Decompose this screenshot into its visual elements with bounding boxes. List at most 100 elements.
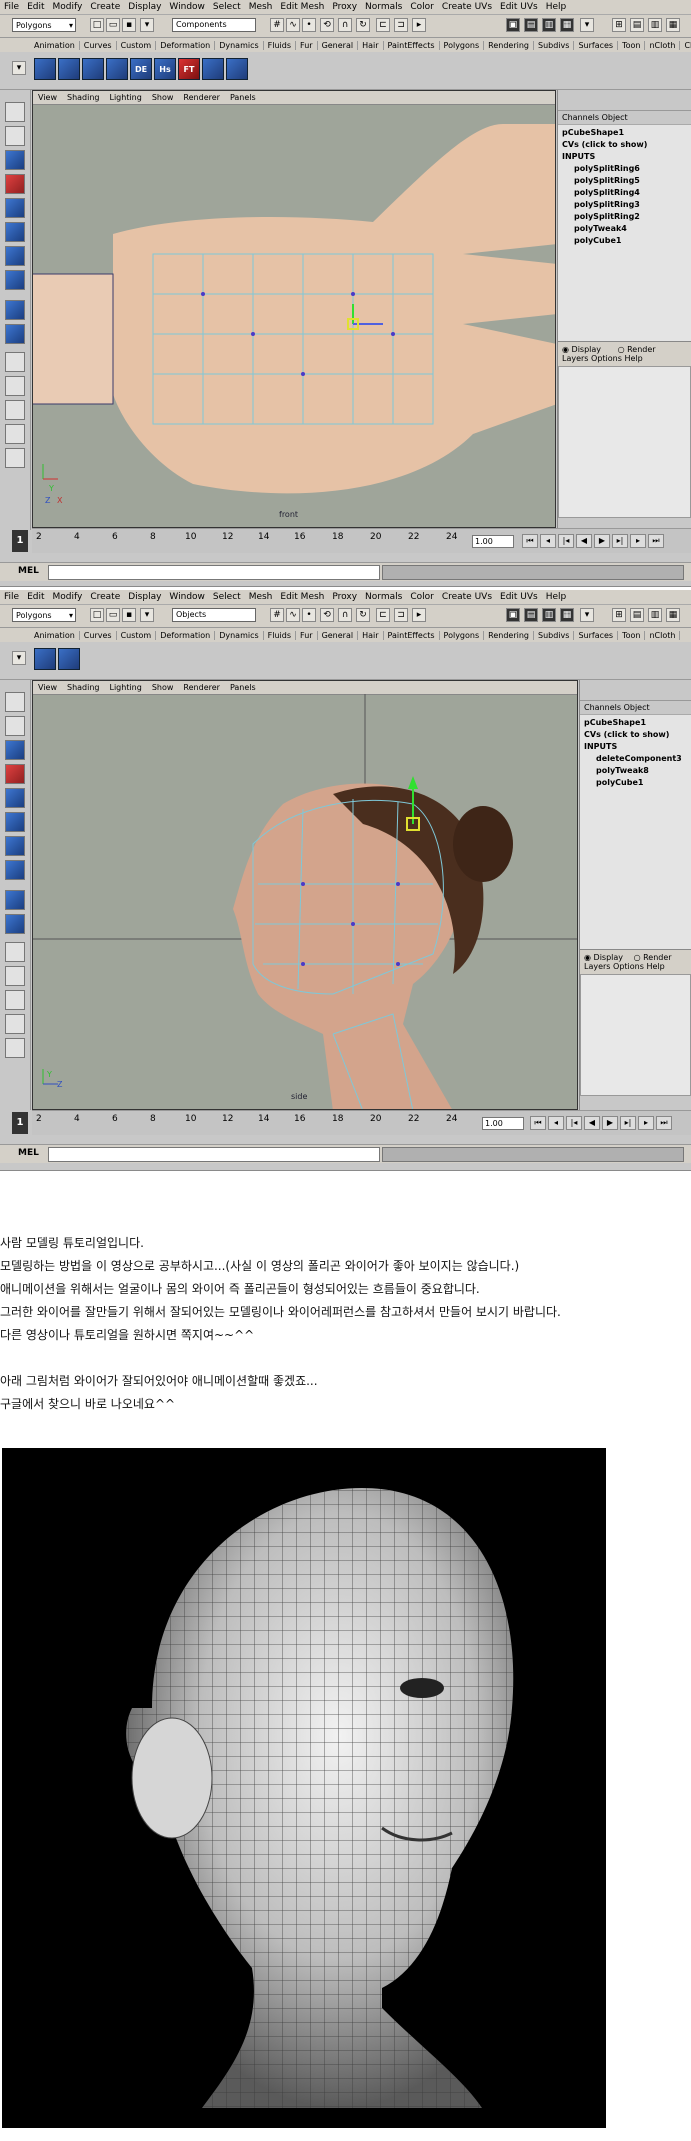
extrude-icon[interactable] [226,58,248,80]
cvs-toggle[interactable]: CVs (click to show) [562,139,687,151]
viewport-menu-item[interactable]: Renderer [178,683,225,692]
new-scene-icon[interactable]: □ [90,18,104,32]
attribute-editor-icon[interactable]: ⊞ [612,18,626,32]
menu-item[interactable]: Color [406,592,438,602]
shelf-tab[interactable]: Custom [117,630,157,640]
layout-tabs-icon[interactable] [5,1038,25,1058]
shelf-tab[interactable]: Claire [680,41,691,50]
input-node[interactable]: polyCube1 [584,777,687,789]
go-to-start-icon[interactable]: ⏮ [530,1116,546,1130]
input-node[interactable]: polySplitRing5 [562,175,687,187]
play-back-icon[interactable]: ◀ [584,1116,600,1130]
options-menu[interactable]: Options [591,354,622,363]
shelf-tab[interactable]: Polygons [440,40,485,50]
prev-key-icon[interactable]: |◂ [558,534,574,548]
render-view-icon[interactable]: ▣ [506,18,520,32]
magnet-icon[interactable]: ∩ [338,18,352,32]
shelf-tab[interactable]: General [318,40,359,50]
shelf-tab[interactable]: Polygons [440,630,485,640]
step-forward-icon[interactable]: ▸ [630,534,646,548]
shape-node[interactable]: pCubeShape1 [562,127,687,139]
viewport-menu-item[interactable]: Show [147,683,179,692]
selection-mask-field[interactable]: Objects [172,608,256,622]
menu-item[interactable]: File [0,2,23,12]
menu-item[interactable]: Window [165,2,209,12]
display-radio[interactable]: ◉ Display [562,345,601,354]
viewport-menu-item[interactable]: View [33,683,62,692]
layout-hypershade-icon[interactable] [5,424,25,444]
layout-tabs-icon[interactable] [5,448,25,468]
menu-item[interactable]: Edit [23,2,48,12]
menu-item[interactable]: Help [542,2,571,12]
menu-item[interactable]: Create UVs [438,592,496,602]
layout-persp-icon[interactable] [5,990,25,1010]
shape-node[interactable]: pCubeShape1 [584,717,687,729]
menu-item[interactable]: Edit Mesh [276,592,328,602]
channels-tab[interactable]: Channels [562,113,599,122]
shelf-tab[interactable]: Deformation [156,40,216,50]
options-icon[interactable]: ▾ [580,608,594,622]
attribute-editor-icon[interactable]: ⊞ [612,608,626,622]
time-slider[interactable]: 2 4 6 8 10 12 14 16 18 20 22 24 1.00 ⏮ ◂… [32,1110,691,1135]
menu-item[interactable]: Mesh [245,2,277,12]
viewport-menu-item[interactable]: View [33,93,62,102]
snap-curve-icon[interactable]: ∿ [286,608,300,622]
menu-item[interactable]: Display [124,592,165,602]
ipr-render-icon[interactable]: ▥ [542,608,556,622]
move-manip-arrow[interactable] [408,776,418,789]
shelf-tab[interactable]: nCloth [645,40,681,50]
rotate-tool-icon[interactable] [5,198,25,218]
snap-grid-icon[interactable]: # [270,608,284,622]
tool-settings-icon[interactable]: ▤ [630,608,644,622]
history-shelf-icon[interactable]: Hs [154,58,176,80]
open-scene-icon[interactable]: ▭ [106,608,120,622]
history-icon[interactable]: ⟲ [320,18,334,32]
poly-sphere-icon[interactable] [34,58,56,80]
mel-input[interactable] [48,565,380,580]
input-node[interactable]: polySplitRing3 [562,199,687,211]
move-tool-icon[interactable] [5,174,25,194]
layer-list[interactable] [558,366,691,518]
select-tool-icon[interactable] [5,692,25,712]
split-ring-icon[interactable] [202,58,224,80]
current-frame[interactable]: 1 [12,530,28,552]
play-forward-icon[interactable]: ▶ [602,1116,618,1130]
menu-item[interactable]: Proxy [328,592,361,602]
ipr-render-icon[interactable]: ▥ [542,18,556,32]
construction-icon[interactable]: ▸ [412,18,426,32]
shelf-tab[interactable]: Dynamics [215,40,264,50]
front-viewport[interactable]: View Shading Lighting Show Renderer Pane… [32,90,556,528]
layout-outliner-icon[interactable] [5,352,25,372]
layout-hypershade-icon[interactable] [5,1014,25,1034]
new-scene-icon[interactable]: □ [90,608,104,622]
panel-toggle-icon[interactable]: ▦ [666,608,680,622]
menu-item[interactable]: Edit UVs [496,2,542,12]
select-tool-icon[interactable] [5,102,25,122]
side-viewport[interactable]: View Shading Lighting Show Renderer Pane… [32,680,578,1110]
layout-single-icon[interactable] [5,300,25,320]
scale-tool-icon[interactable] [5,222,25,242]
poly-cube-icon[interactable] [58,58,80,80]
output-ops-icon[interactable]: ⊐ [394,608,408,622]
shelf-tab[interactable]: Animation [30,40,80,50]
input-node[interactable]: polySplitRing6 [562,163,687,175]
current-frame[interactable]: 1 [12,1112,28,1134]
viewport-menu-item[interactable]: Panels [225,683,261,692]
mel-label[interactable]: MEL [18,1148,39,1158]
mode-select[interactable]: Polygons [12,608,76,623]
selection-mode-icon[interactable]: ▾ [140,18,154,32]
options-menu[interactable]: Options [613,962,644,971]
redo-icon[interactable]: ↻ [356,18,370,32]
shelf-tab[interactable]: Surfaces [574,40,619,50]
play-back-icon[interactable]: ◀ [576,534,592,548]
layout-four-icon[interactable] [5,914,25,934]
freeze-transform-icon[interactable]: FT [178,58,200,80]
menu-item[interactable]: Select [209,2,245,12]
layers-menu[interactable]: Layers [562,354,588,363]
shelf-tab[interactable]: Custom [117,40,157,50]
manipulator-icon[interactable] [5,246,25,266]
options-icon[interactable]: ▾ [580,18,594,32]
help-menu[interactable]: Help [624,354,642,363]
shelf-tab[interactable]: PaintEffects [384,40,440,50]
shelf-tab[interactable]: Curves [80,630,117,640]
